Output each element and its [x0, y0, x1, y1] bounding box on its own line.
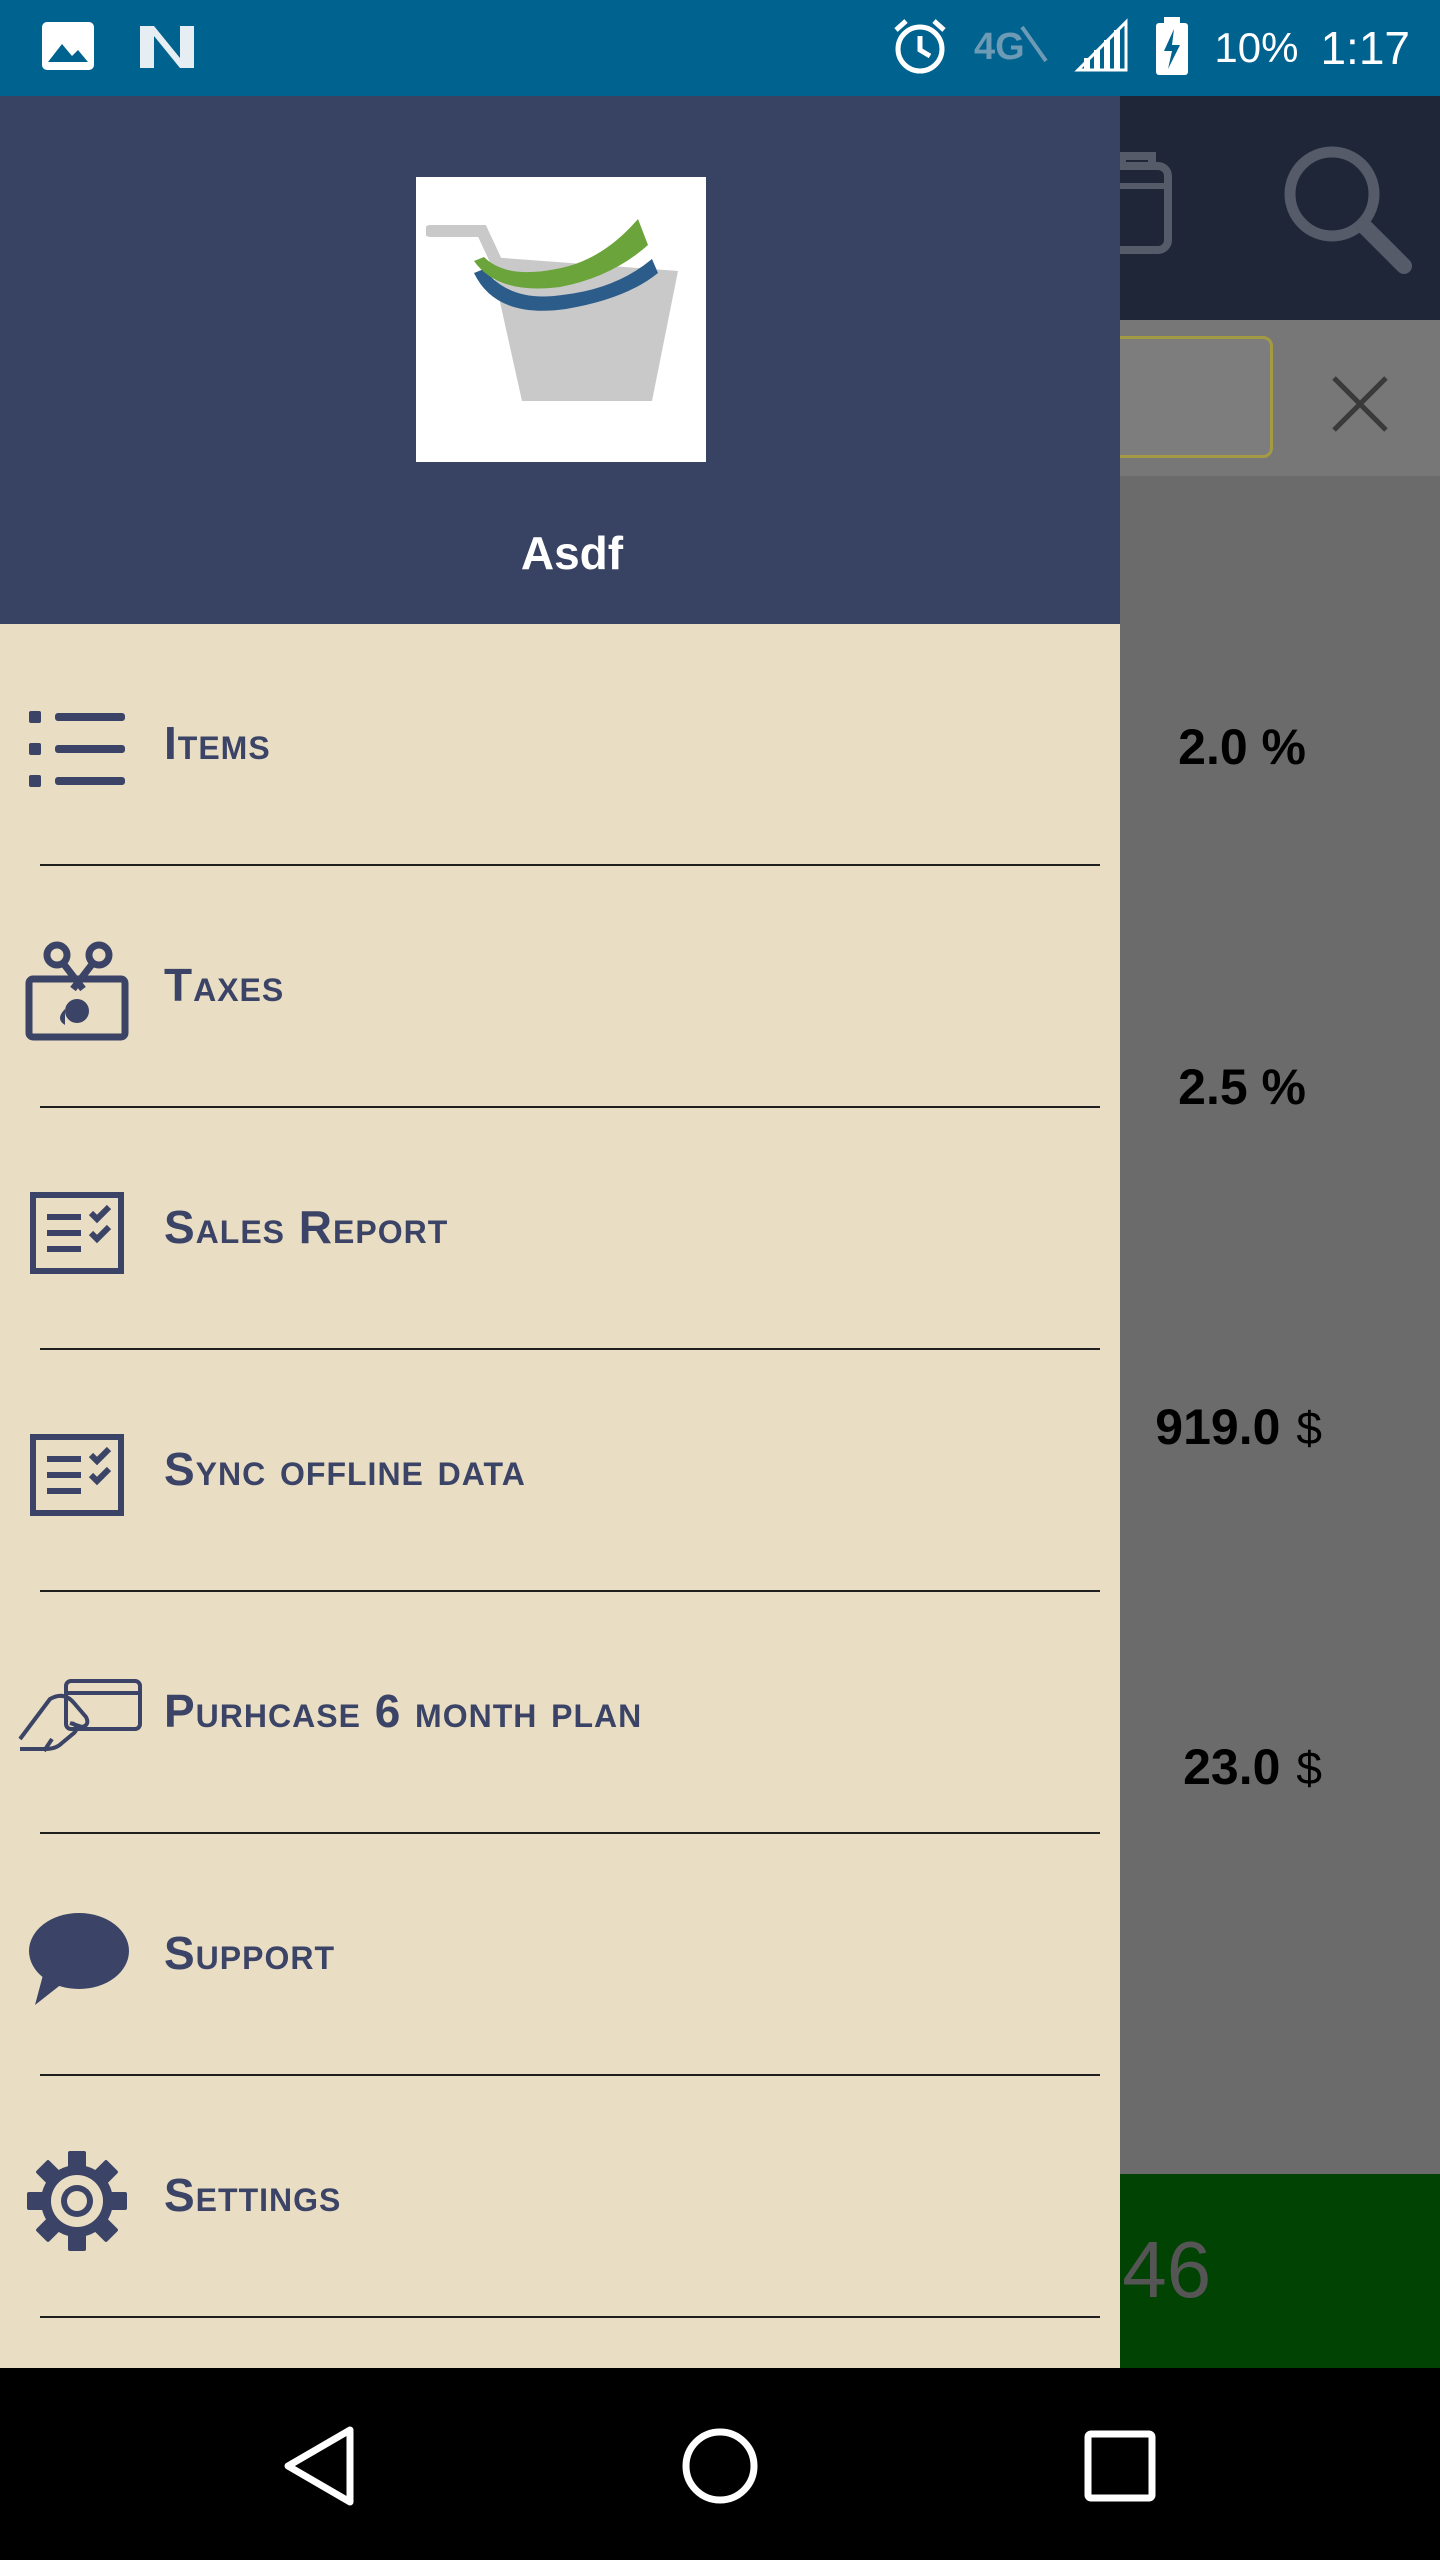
card-payment-icon	[16, 1662, 146, 1772]
menu-item-label: Support	[164, 1927, 336, 1979]
menu-item-purchase-plan[interactable]: Purhcase 6 month plan	[0, 1592, 1120, 1834]
battery-percent: 10%	[1214, 24, 1299, 71]
report-icon	[22, 1178, 132, 1288]
tax-icon	[22, 936, 132, 1046]
user-name: Asdf	[520, 527, 624, 579]
home-icon	[682, 2428, 758, 2504]
back-icon	[284, 2426, 354, 2506]
menu-item-label: Purhcase 6 month plan	[164, 1685, 643, 1737]
menu-item-support[interactable]: Support	[0, 1834, 1120, 2076]
svg-text:4G: 4G	[974, 26, 1025, 68]
signal-icon	[1074, 17, 1130, 79]
chat-bubble-icon	[22, 1904, 132, 2014]
network-4g-icon: 4G	[972, 21, 1052, 76]
home-button[interactable]	[670, 2416, 770, 2516]
background-value: 2.0 %	[1178, 719, 1306, 775]
sync-report-icon	[22, 1420, 132, 1530]
list-icon	[22, 694, 132, 804]
system-nav-bar	[0, 2368, 1440, 2560]
background-value: 23.0 $	[1183, 1739, 1322, 1795]
menu-item-taxes[interactable]: Taxes	[0, 866, 1120, 1108]
divider	[40, 2316, 1100, 2318]
background-value: 919.0 $	[1155, 1399, 1322, 1455]
menu-item-label: Sales Report	[164, 1201, 449, 1253]
menu-item-label: Settings	[164, 2169, 342, 2221]
alarm-icon	[890, 16, 950, 81]
menu-item-sync-offline-data[interactable]: Sync offline data	[0, 1350, 1120, 1592]
close-icon[interactable]	[1320, 364, 1400, 444]
background-value: 2.5 %	[1178, 1059, 1306, 1115]
battery-charging-icon	[1152, 15, 1192, 82]
status-bar: 4G 10% 1:17	[0, 0, 1440, 96]
menu-item-label: Taxes	[164, 959, 285, 1011]
navigation-drawer: Asdf Items Taxes Sales Report Sync offli…	[0, 96, 1120, 2368]
recents-button[interactable]	[1070, 2416, 1170, 2516]
gear-icon	[22, 2146, 132, 2256]
notification-n-icon	[136, 18, 198, 79]
image-icon	[40, 18, 96, 79]
app-logo	[416, 177, 706, 462]
menu-item-label: Items	[164, 717, 271, 769]
search-icon[interactable]	[1280, 142, 1414, 281]
menu-item-items[interactable]: Items	[0, 624, 1120, 866]
back-button[interactable]	[270, 2416, 370, 2516]
drawer-menu: Items Taxes Sales Report Sync offline da…	[0, 624, 1120, 2318]
drawer-header: Asdf	[0, 96, 1120, 624]
menu-item-label: Sync offline data	[164, 1443, 526, 1495]
menu-item-sales-report[interactable]: Sales Report	[0, 1108, 1120, 1350]
clock: 1:17	[1320, 22, 1410, 74]
menu-item-settings[interactable]: Settings	[0, 2076, 1120, 2318]
recents-icon	[1084, 2430, 1156, 2502]
